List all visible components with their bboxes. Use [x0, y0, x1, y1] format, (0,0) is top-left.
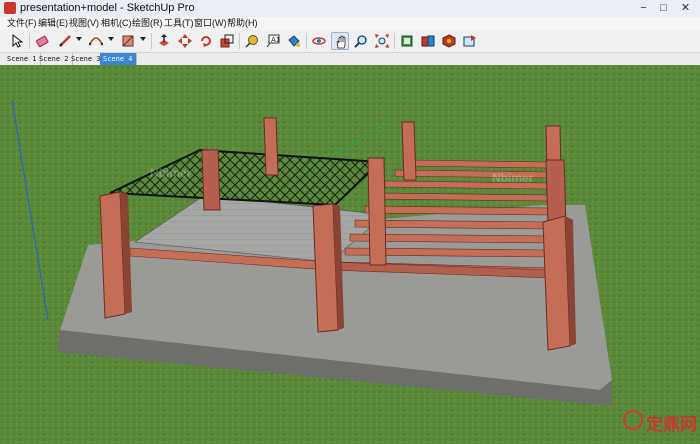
svg-text:A1: A1	[271, 36, 280, 44]
scale-tool[interactable]	[218, 32, 236, 50]
brand-watermark: 定鼎网	[646, 415, 697, 434]
text-icon: A1	[266, 34, 280, 48]
warehouse-tool[interactable]	[398, 32, 416, 50]
menu-bar: 文件(F) 编辑(E) 视图(V) 相机(C) 绘图(R) 工具(T) 窗口(W…	[0, 17, 700, 30]
scene-tabs: Scene 1 Scene 2 Scene 3 Scene 4	[0, 53, 700, 65]
menu-camera[interactable]: 相机(C)	[101, 17, 132, 30]
model-canvas	[0, 65, 700, 444]
minimize-button[interactable]: −	[636, 1, 651, 15]
main-toolbar: A1	[0, 30, 700, 53]
pencil-icon	[59, 35, 71, 47]
scene-tab-4[interactable]: Scene 4	[100, 53, 137, 65]
paint-bucket-icon	[288, 35, 300, 47]
menu-help[interactable]: 帮助(H)	[227, 17, 258, 30]
pencil-dropdown-icon[interactable]	[76, 37, 82, 41]
shape-tool[interactable]	[119, 32, 137, 50]
cursor-icon	[12, 34, 24, 48]
menu-draw[interactable]: 绘图(R)	[132, 17, 163, 30]
get-models-icon	[421, 35, 435, 47]
extension-icon	[442, 34, 456, 48]
eraser-tool[interactable]	[33, 32, 51, 50]
orbit-icon	[312, 37, 326, 45]
text-tool[interactable]: A1	[264, 32, 282, 50]
arc-tool[interactable]	[87, 32, 105, 50]
rotate-tool[interactable]	[197, 32, 215, 50]
menu-edit[interactable]: 编辑(E)	[38, 17, 68, 30]
arc-dropdown-icon[interactable]	[108, 37, 114, 41]
magnifier-icon	[354, 35, 367, 48]
menu-file[interactable]: 文件(F)	[7, 17, 37, 30]
warehouse-icon	[401, 35, 413, 47]
faint-watermark-right: Nbimer	[492, 171, 534, 185]
menu-view[interactable]: 视图(V)	[69, 17, 99, 30]
toolbar-separator	[29, 33, 30, 49]
toolbar-separator	[239, 33, 240, 49]
arc-icon	[89, 37, 103, 46]
tape-measure-icon	[245, 35, 258, 48]
shape-dropdown-icon[interactable]	[140, 37, 146, 41]
push-pull-tool[interactable]	[155, 32, 173, 50]
extension-warehouse-tool[interactable]	[440, 32, 458, 50]
tape-measure-tool[interactable]	[243, 32, 261, 50]
maximize-button[interactable]: □	[656, 1, 671, 15]
window-title: presentation+model - SketchUp Pro	[20, 2, 195, 14]
get-models-tool[interactable]	[419, 32, 437, 50]
rectangle-icon	[122, 35, 134, 47]
eraser-icon	[36, 35, 49, 48]
menu-window[interactable]: 窗口(W)	[194, 17, 227, 30]
toolbar-separator	[151, 33, 152, 49]
select-tool[interactable]	[8, 32, 26, 50]
menu-tools[interactable]: 工具(T)	[164, 17, 194, 30]
title-bar: presentation+model - SketchUp Pro − □ ✕	[0, 0, 700, 18]
zoom-tool[interactable]	[352, 32, 370, 50]
pencil-tool[interactable]	[56, 32, 74, 50]
pan-tool[interactable]	[331, 32, 349, 50]
hand-icon	[336, 35, 346, 49]
watermark-logo-icon	[623, 410, 643, 430]
move-tool[interactable]	[176, 32, 194, 50]
push-pull-icon	[159, 34, 169, 46]
faint-watermark-left: Nbimer	[150, 166, 192, 180]
model-viewport[interactable]: Nbimer Nbimer	[0, 65, 700, 444]
share-icon	[463, 35, 476, 47]
orbit-tool[interactable]	[310, 32, 328, 50]
scale-icon	[220, 34, 234, 48]
toolbar-separator	[394, 33, 395, 49]
rotate-icon	[201, 36, 211, 47]
toolbar-separator	[306, 33, 307, 49]
zoom-extents-tool[interactable]	[373, 32, 391, 50]
move-icon	[178, 34, 192, 48]
zoom-extents-icon	[375, 34, 389, 48]
paint-bucket-tool[interactable]	[285, 32, 303, 50]
share-model-tool[interactable]	[461, 32, 479, 50]
sketchup-app-icon	[4, 2, 16, 14]
close-button[interactable]: ✕	[678, 1, 693, 15]
